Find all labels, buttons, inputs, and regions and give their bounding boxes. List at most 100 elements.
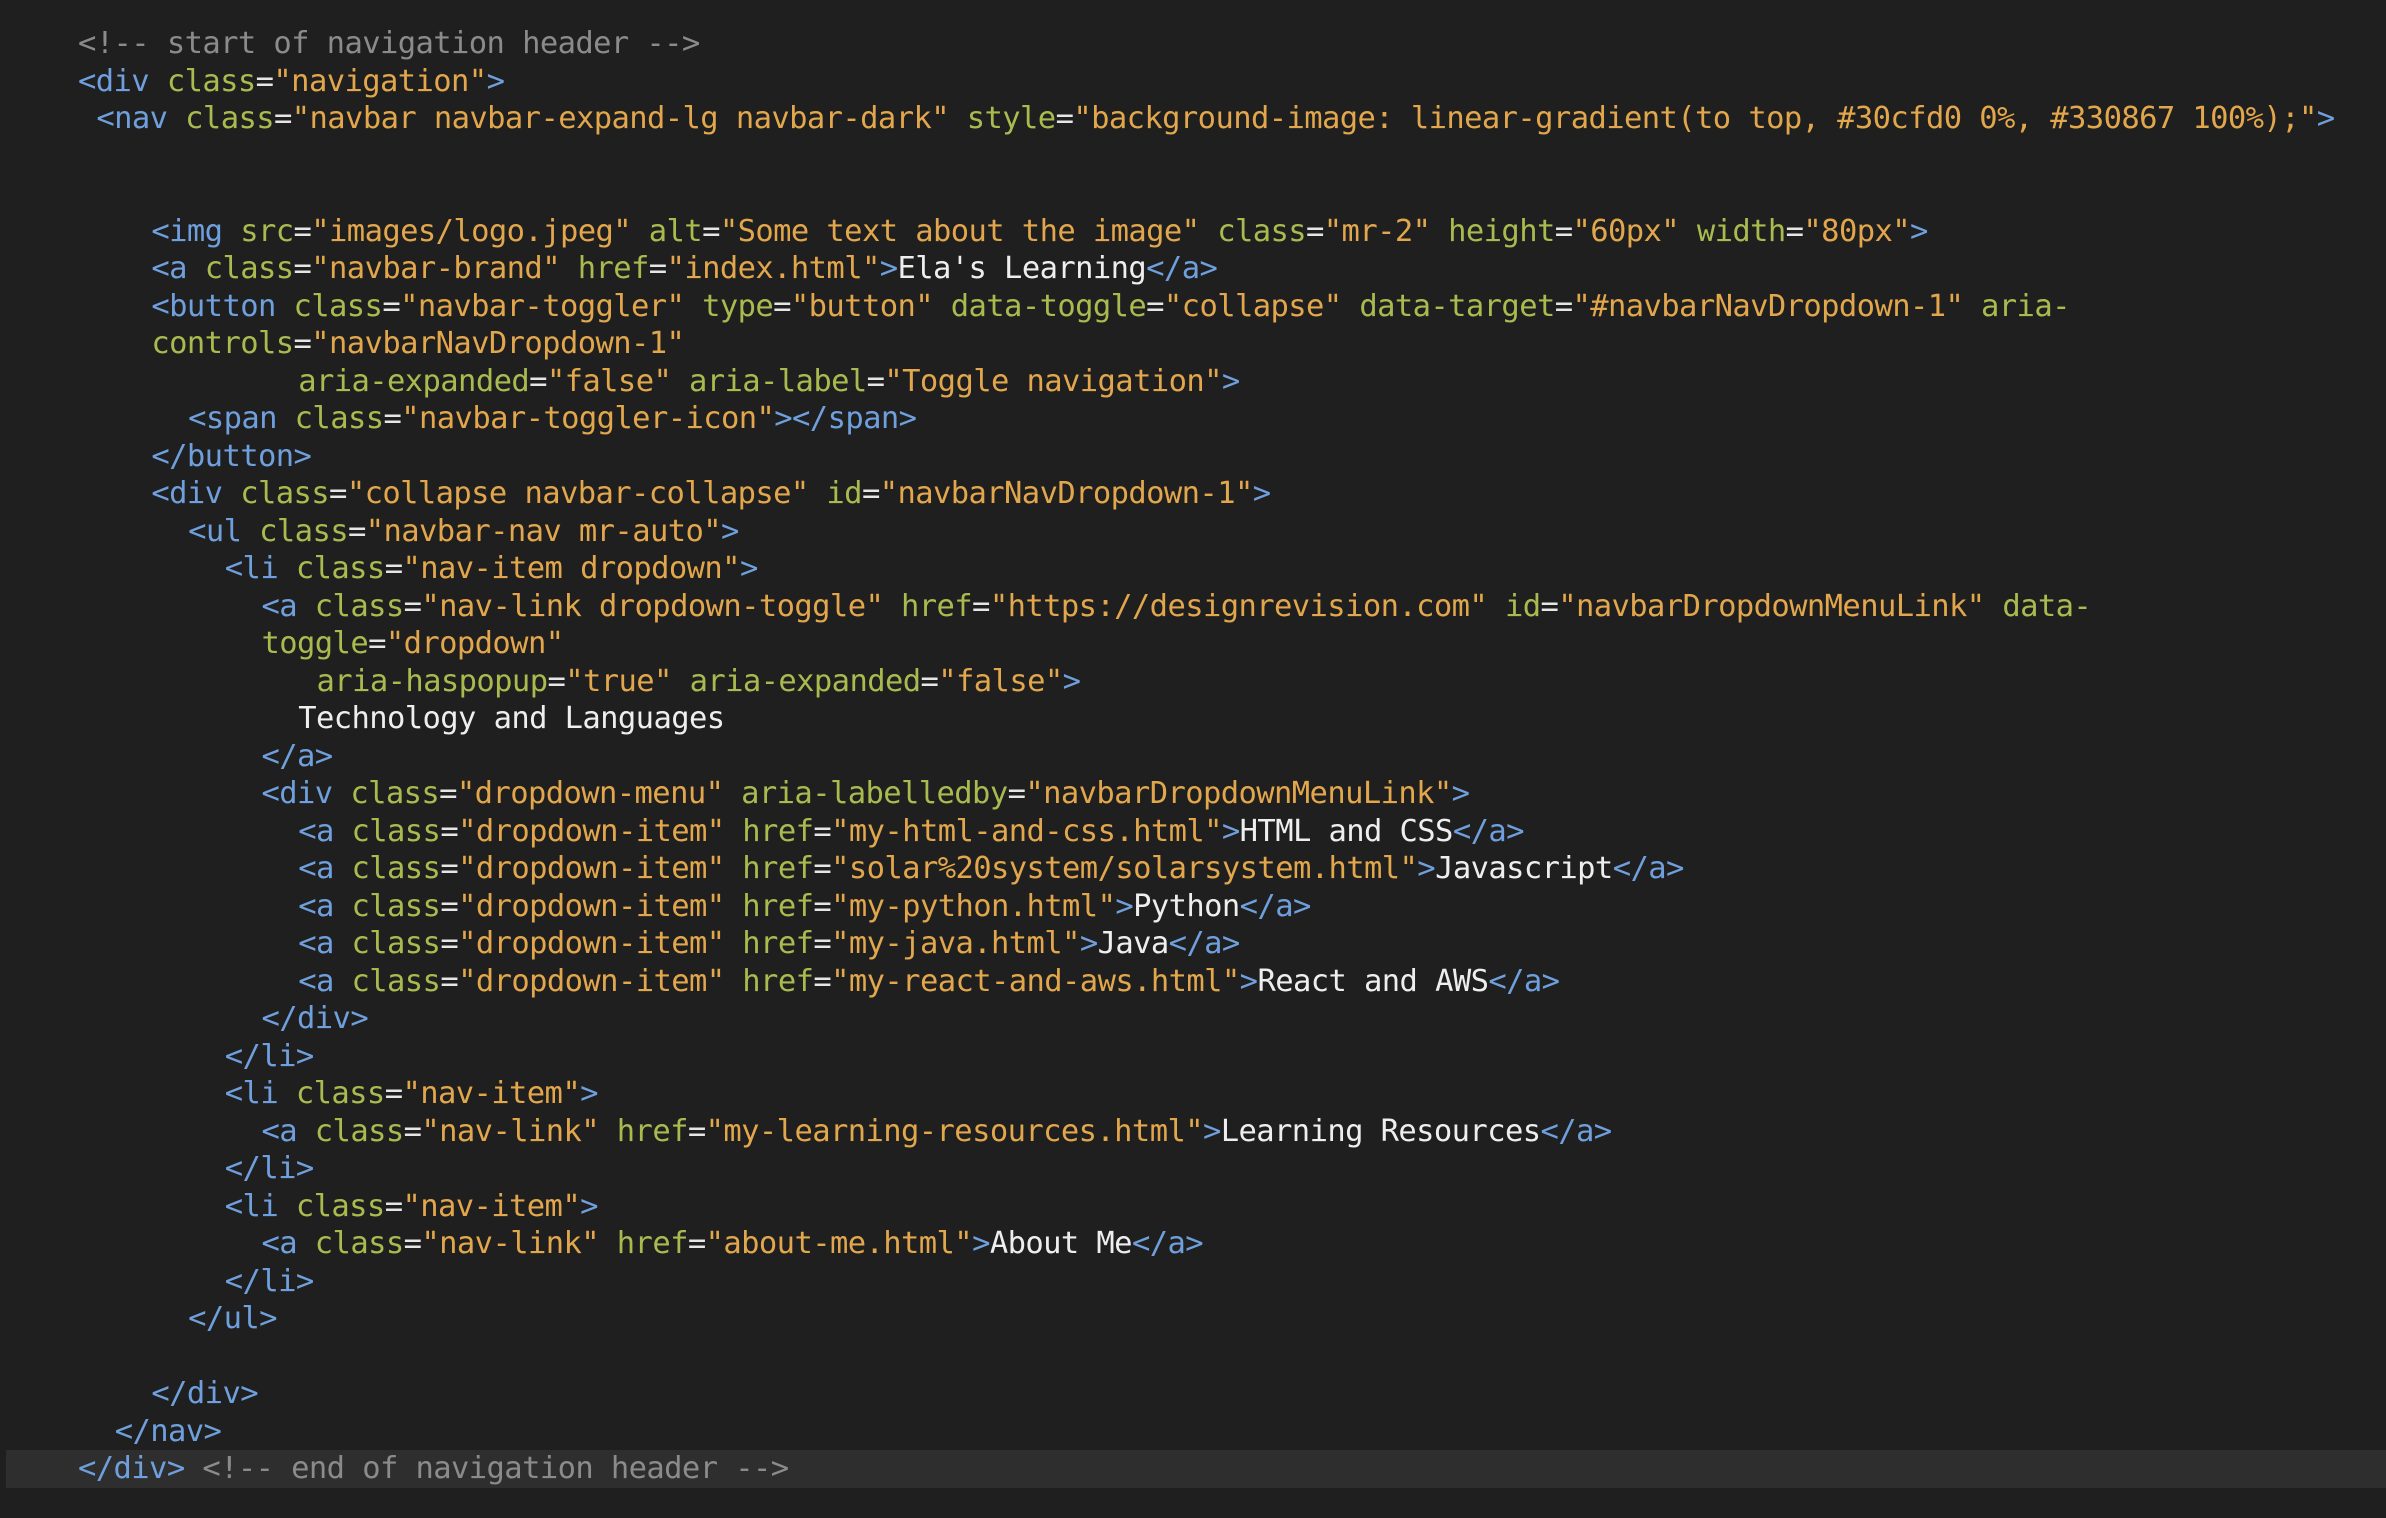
code-line[interactable]: </nav>: [0, 1413, 2386, 1451]
code-token-attr: href: [616, 1226, 689, 1261]
code-token-str: "navbarNavDropdown-1": [311, 326, 685, 361]
code-token-eq: =: [384, 1076, 403, 1111]
code-line[interactable]: </div>: [0, 1375, 2386, 1413]
code-token-attr: toggle: [261, 626, 369, 661]
code-token-attr: href: [577, 251, 650, 286]
code-line[interactable]: <a class="nav-link" href="about-me.html"…: [0, 1225, 2386, 1263]
code-token-str: "true": [565, 663, 672, 699]
code-token-eq: [599, 1226, 617, 1261]
code-line[interactable]: </button>: [0, 438, 2386, 476]
code-token-attr: data-: [2002, 588, 2092, 624]
code-token-txt: Javascript: [1435, 851, 1613, 886]
code-token-str: "about-me.html": [705, 1226, 973, 1261]
code-token-tag: >: [721, 513, 739, 549]
code-token-str: "80px": [1803, 213, 1910, 249]
code-token-eq: =: [440, 888, 459, 924]
code-line[interactable]: <li class="nav-item dropdown">: [0, 550, 2386, 588]
code-token-txt: Technology and Languages: [298, 701, 725, 736]
code-token-tag: >: [1221, 813, 1240, 849]
code-line[interactable]: </li>: [0, 1150, 2386, 1188]
code-token-tag: <ul: [188, 513, 260, 549]
code-line[interactable]: <a class="navbar-brand" href="index.html…: [0, 250, 2386, 288]
code-token-attr: aria-haspopup: [316, 663, 549, 699]
code-line[interactable]: <a class="dropdown-item" href="solar%20s…: [0, 850, 2386, 888]
code-token-eq: =: [440, 851, 459, 886]
code-token-eq: =: [813, 888, 832, 924]
code-line[interactable]: <ul class="navbar-nav mr-auto">: [0, 513, 2386, 551]
code-line[interactable]: aria-expanded="false" aria-label="Toggle…: [0, 363, 2386, 401]
code-token-attr: id: [1504, 588, 1541, 624]
code-line[interactable]: </li>: [0, 1263, 2386, 1301]
code-line[interactable]: <nav class="navbar navbar-expand-lg navb…: [0, 100, 2386, 138]
code-line-current[interactable]: </div> <!-- end of navigation header -->: [6, 1450, 2386, 1488]
code-line[interactable]: <span class="navbar-toggler-icon"></span…: [0, 400, 2386, 438]
code-token-str: "solar%20system/solarsystem.html": [831, 851, 1418, 886]
code-token-attr: class: [259, 513, 348, 549]
code-editor[interactable]: <!-- start of navigation header --> <div …: [0, 25, 2386, 1488]
code-line[interactable]: </li>: [0, 1038, 2386, 1076]
code-line[interactable]: aria-haspopup="true" aria-expanded="fals…: [0, 663, 2386, 701]
code-token-eq: =: [403, 1113, 422, 1149]
code-token-txt: Ela's Learning: [897, 251, 1147, 286]
code-line[interactable]: <a class="dropdown-item" href="my-html-a…: [0, 813, 2386, 851]
code-token-cm: <!-- end of navigation header -->: [202, 1451, 789, 1486]
code-token-eq: =: [687, 1113, 706, 1149]
code-token-eq: [949, 101, 967, 136]
code-token-attr: href: [900, 588, 973, 624]
code-token-str: "dropdown-item": [458, 888, 725, 924]
code-line[interactable]: Technology and Languages: [0, 700, 2386, 738]
code-token-eq: [1342, 289, 1360, 324]
code-token-str: "nav-item dropdown": [402, 551, 740, 586]
code-token-eq: [1679, 214, 1697, 249]
code-line[interactable]: <div class="dropdown-menu" aria-labelled…: [0, 775, 2386, 813]
code-token-eq: =: [347, 513, 366, 549]
code-line[interactable]: [0, 1338, 2386, 1376]
code-line[interactable]: </div>: [0, 1000, 2386, 1038]
code-line[interactable]: <div class="collapse navbar-collapse" id…: [0, 475, 2386, 513]
code-line[interactable]: <img src="images/logo.jpeg" alt="Some te…: [0, 213, 2386, 251]
code-token-txt: React and AWS: [1257, 963, 1489, 999]
code-token-str: "dropdown-item": [458, 926, 725, 961]
code-token-attr: href: [742, 963, 814, 999]
code-token-tag: >: [1239, 963, 1258, 999]
code-line[interactable]: toggle="dropdown": [0, 625, 2386, 663]
code-token-eq: =: [1785, 213, 1804, 249]
code-line[interactable]: <a class="dropdown-item" href="my-python…: [0, 888, 2386, 926]
code-token-attr: class: [240, 476, 330, 511]
code-token-attr: class: [295, 1188, 385, 1224]
code-line[interactable]: <a class="nav-link dropdown-toggle" href…: [0, 588, 2386, 626]
code-line[interactable]: <!-- start of navigation header -->: [0, 25, 2386, 63]
code-token-str: "index.html": [666, 251, 881, 286]
code-token-attr: href: [616, 1113, 689, 1149]
code-token-attr: class: [295, 551, 385, 586]
code-token-tag: >: [486, 63, 505, 99]
code-token-attr: aria-label: [688, 363, 867, 399]
code-line[interactable]: <a class="dropdown-item" href="my-react-…: [0, 963, 2386, 1001]
code-token-eq: =: [403, 1226, 422, 1261]
code-token-tag: >: [879, 251, 898, 286]
code-line[interactable]: </a>: [0, 738, 2386, 776]
code-token-eq: =: [382, 288, 401, 324]
code-line[interactable]: <button class="navbar-toggler" type="but…: [0, 288, 2386, 326]
code-token-tag: </a>: [1612, 851, 1685, 886]
code-token-tag: </li>: [224, 1263, 314, 1299]
code-line[interactable]: <li class="nav-item">: [0, 1188, 2386, 1226]
code-token-eq: [631, 214, 649, 249]
code-token-str: "nav-item": [402, 1076, 581, 1111]
code-line[interactable]: controls="navbarNavDropdown-1": [0, 325, 2386, 363]
code-token-str: "navbar navbar-expand-lg navbar-dark": [291, 101, 950, 136]
code-token-tag: </a>: [1146, 251, 1218, 286]
code-token-eq: =: [383, 401, 402, 436]
code-line[interactable]: <li class="nav-item">: [0, 1075, 2386, 1113]
code-line[interactable]: <a class="dropdown-item" href="my-java.h…: [0, 925, 2386, 963]
code-token-txt: Java: [1097, 926, 1170, 961]
code-line[interactable]: [0, 175, 2386, 213]
code-token-tag: <nav: [96, 101, 186, 136]
code-token-eq: =: [813, 963, 832, 999]
code-line[interactable]: [0, 138, 2386, 176]
code-token-tag: </div>: [151, 1376, 258, 1411]
code-token-str: "collapse navbar-collapse": [346, 476, 809, 511]
code-line[interactable]: </ul>: [0, 1300, 2386, 1338]
code-line[interactable]: <div class="navigation">: [0, 63, 2386, 101]
code-line[interactable]: <a class="nav-link" href="my-learning-re…: [0, 1113, 2386, 1151]
